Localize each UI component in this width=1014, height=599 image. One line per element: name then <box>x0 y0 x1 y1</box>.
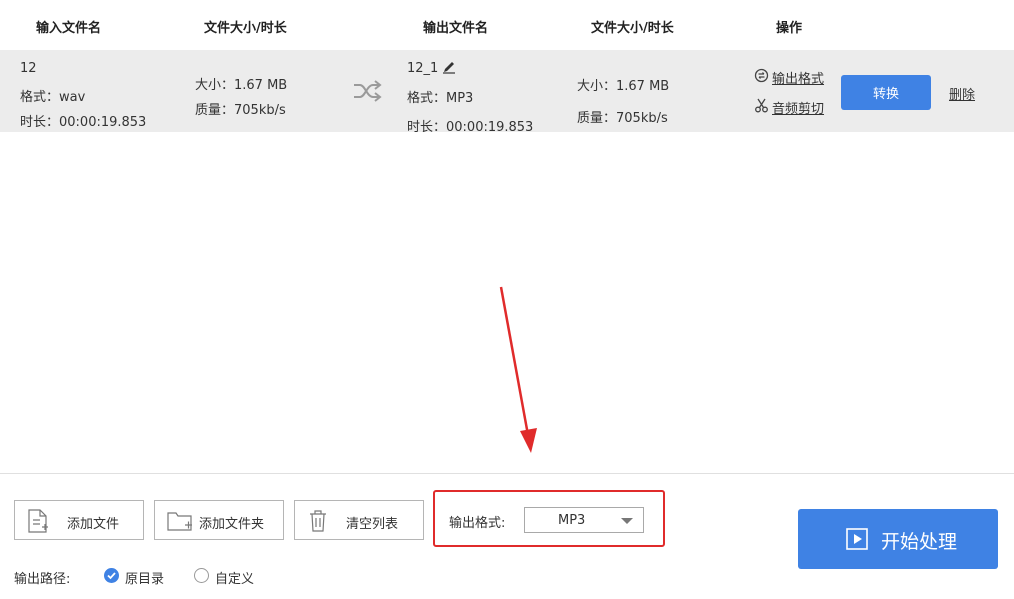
input-file-name: 12 <box>20 61 37 76</box>
input-size: 大小：1.67 MB <box>195 78 288 93</box>
header-input-name: 输入文件名 <box>36 21 102 36</box>
input-duration: 时长：00:00:19.853 <box>20 115 147 130</box>
divider <box>0 473 1014 474</box>
output-path-label: 输出路径: <box>14 572 71 587</box>
input-format: 格式：wav <box>20 90 86 105</box>
check-icon <box>107 572 116 580</box>
output-format-icon <box>754 68 769 83</box>
shuffle-icon <box>354 80 382 102</box>
table-row[interactable]: 12 格式：wav 时长：00:00:19.853 大小：1.67 MB 质量：… <box>0 50 1014 135</box>
add-file-label: 添加文件 <box>67 517 120 532</box>
radio-original-dir[interactable] <box>104 568 119 583</box>
start-processing-label: 开始处理 <box>881 531 958 553</box>
add-file-icon <box>28 509 48 533</box>
play-icon <box>846 528 868 550</box>
output-duration: 时长：00:00:19.853 <box>407 120 534 135</box>
clear-list-button[interactable]: 清空列表 <box>294 500 424 540</box>
header-output-name: 输出文件名 <box>423 21 489 36</box>
output-format-value: MP3 <box>558 513 586 528</box>
trash-icon <box>310 510 326 532</box>
red-arrow <box>499 286 537 453</box>
output-format-label: 输出格式: <box>449 516 506 531</box>
convert-button[interactable]: 转换 <box>841 75 931 110</box>
radio-custom-dir[interactable] <box>194 568 209 583</box>
delete-link[interactable]: 删除 <box>949 84 975 103</box>
pencil-icon[interactable] <box>442 60 456 74</box>
add-folder-label: 添加文件夹 <box>199 517 265 532</box>
output-size: 大小：1.67 MB <box>577 79 670 94</box>
scissors-icon <box>755 98 768 113</box>
radio-custom-dir-label[interactable]: 自定义 <box>215 568 254 587</box>
add-folder-icon <box>167 512 192 531</box>
chevron-down-icon <box>621 518 633 524</box>
input-quality: 质量：705kb/s <box>195 103 286 118</box>
audio-cut-link[interactable]: 音频剪切 <box>772 98 824 117</box>
header-input-size: 文件大小/时长 <box>204 21 287 36</box>
output-format-link[interactable]: 输出格式 <box>772 68 824 87</box>
radio-original-dir-label[interactable]: 原目录 <box>125 568 164 587</box>
output-quality: 质量：705kb/s <box>577 111 668 126</box>
add-folder-button[interactable]: 添加文件夹 <box>154 500 284 540</box>
header-actions: 操作 <box>776 21 803 36</box>
clear-list-label: 清空列表 <box>346 517 399 532</box>
table-header: 输入文件名 文件大小/时长 输出文件名 文件大小/时长 操作 <box>0 0 1014 50</box>
output-format: 格式：MP3 <box>407 91 474 106</box>
output-format-select[interactable]: MP3 <box>524 507 644 533</box>
app-window: 输入文件名 文件大小/时长 输出文件名 文件大小/时长 操作 12 格式：wav… <box>0 0 1014 599</box>
output-file-name[interactable]: 12_1 <box>407 61 438 76</box>
start-processing-button[interactable]: 开始处理 <box>798 509 998 569</box>
add-file-button[interactable]: 添加文件 <box>14 500 144 540</box>
header-output-size: 文件大小/时长 <box>591 21 674 36</box>
